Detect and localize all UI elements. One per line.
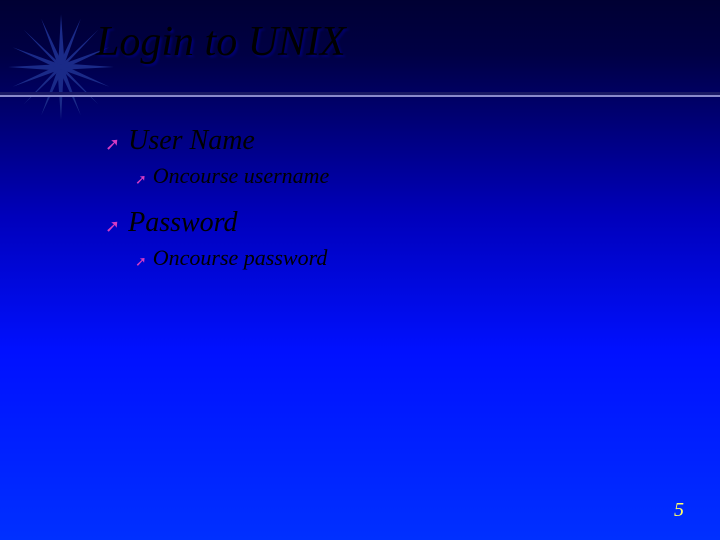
arrow-icon: ➚ <box>105 216 120 237</box>
divider-line <box>0 92 720 98</box>
list-subitem: ➚ Oncourse username <box>135 163 329 189</box>
arrow-icon: ➚ <box>135 253 147 270</box>
list-subitem-label: Oncourse password <box>153 245 328 271</box>
list-item-label: User Name <box>128 125 255 157</box>
content-body: ➚ User Name ➚ Oncourse username ➚ Passwo… <box>105 125 329 289</box>
slide-title: Login to UNIX <box>96 18 346 66</box>
list-item: ➚ User Name <box>105 125 329 157</box>
list-item-label: Password <box>128 207 237 239</box>
arrow-icon: ➚ <box>105 134 120 155</box>
page-number: 5 <box>674 499 684 522</box>
list-item: ➚ Password <box>105 207 329 239</box>
list-subitem: ➚ Oncourse password <box>135 245 329 271</box>
list-subitem-label: Oncourse username <box>153 163 330 189</box>
arrow-icon: ➚ <box>135 171 147 188</box>
